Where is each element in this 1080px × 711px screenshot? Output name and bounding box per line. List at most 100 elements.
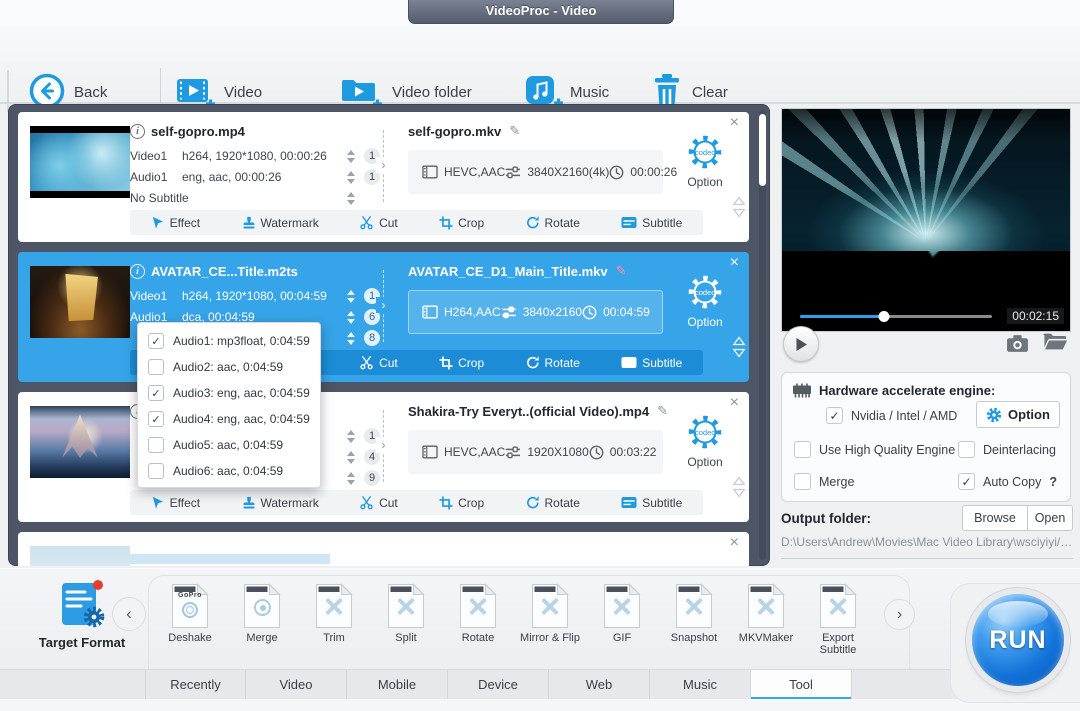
rotate-button[interactable]: Rotate (526, 496, 580, 510)
track-stepper[interactable] (345, 311, 356, 324)
track-stepper[interactable] (345, 192, 356, 205)
tool-mkvmaker[interactable]: MKVMaker (733, 583, 799, 644)
high-quality-engine-option[interactable]: Use High Quality Engine (794, 441, 955, 458)
track-stepper[interactable] (345, 171, 356, 184)
close-icon[interactable]: × (730, 534, 739, 552)
effect-button[interactable]: Effect (151, 496, 200, 510)
cut-button[interactable]: Cut (360, 356, 398, 370)
subtitle-button[interactable]: Subtitle (621, 496, 682, 510)
close-icon[interactable]: × (730, 254, 739, 272)
tool-rotate[interactable]: Rotate (445, 583, 511, 644)
tab-web[interactable]: Web (549, 670, 650, 700)
checkbox[interactable] (148, 385, 164, 401)
add-music-label[interactable]: Music (570, 84, 609, 101)
checkbox[interactable] (148, 463, 164, 479)
close-icon[interactable]: × (730, 394, 739, 412)
list-scrollbar-thumb[interactable] (759, 114, 766, 186)
checkbox[interactable] (794, 473, 811, 490)
tool-trim[interactable]: Trim (301, 583, 367, 644)
effect-button[interactable]: Effect (151, 216, 200, 230)
close-icon[interactable]: × (730, 114, 739, 132)
audio-track-option-6[interactable]: Audio6: aac, 0:04:59 (138, 458, 320, 484)
watermark-button[interactable]: Watermark (242, 496, 319, 510)
add-video-folder-label[interactable]: Video folder (392, 84, 472, 101)
tab-device[interactable]: Device (448, 670, 549, 700)
info-icon[interactable]: i (130, 264, 145, 279)
checkbox[interactable] (958, 441, 975, 458)
tab-music[interactable]: Music (650, 670, 751, 700)
tab-mobile[interactable]: Mobile (347, 670, 448, 700)
file-row-3[interactable]: × i 1 4 9 › Shakira-Try Everyt..(officia… (18, 392, 749, 522)
seek-knob[interactable] (879, 311, 890, 322)
tool-gif[interactable]: GIF (589, 583, 655, 644)
rename-icon[interactable]: ✎ (616, 263, 627, 279)
rotate-button[interactable]: Rotate (526, 356, 580, 370)
file-row-1[interactable]: × iself-gopro.mp4 Video1h264, 1920*1080,… (18, 112, 749, 242)
track-stepper[interactable] (345, 472, 356, 485)
audio-track-option-1[interactable]: Audio1: mp3float, 0:04:59 (138, 328, 320, 354)
checkbox[interactable] (148, 411, 164, 427)
subtitle-button[interactable]: Subtitle (621, 356, 682, 370)
reorder-arrows[interactable] (732, 196, 746, 218)
crop-button[interactable]: Crop (439, 216, 484, 230)
audio-track-option-2[interactable]: Audio2: aac, 0:04:59 (138, 354, 320, 380)
checkbox[interactable] (794, 441, 811, 458)
merge-option[interactable]: Merge (794, 473, 854, 490)
tool-split[interactable]: Split (373, 583, 439, 644)
scroll-tools-right-button[interactable]: › (884, 599, 915, 630)
file-row-4-partial[interactable]: × (18, 532, 749, 566)
rotate-button[interactable]: Rotate (526, 216, 580, 230)
subtitle-button[interactable]: Subtitle (621, 216, 682, 230)
audio-track-option-4[interactable]: Audio4: eng, aac, 0:04:59 (138, 406, 320, 432)
checkbox[interactable] (148, 437, 164, 453)
tool-deshake[interactable]: GoPro Deshake (157, 583, 223, 644)
cut-button[interactable]: Cut (360, 496, 398, 510)
open-folder-icon[interactable] (1042, 332, 1068, 351)
run-button[interactable]: RUN (972, 594, 1064, 686)
crop-button[interactable]: Crop (439, 496, 484, 510)
tool-merge[interactable]: Merge (229, 583, 295, 644)
video-preview[interactable]: 00:02:15 (781, 108, 1071, 332)
play-button[interactable] (783, 326, 819, 362)
gpu-accel-option[interactable]: Nvidia / Intel / AMD (826, 407, 957, 424)
track-stepper[interactable] (345, 451, 356, 464)
tool-mirror-flip[interactable]: Mirror & Flip (517, 583, 583, 644)
tab-recently[interactable]: Recently (145, 670, 246, 700)
audio-track-option-3[interactable]: Audio3: eng, aac, 0:04:59 (138, 380, 320, 406)
snapshot-camera-icon[interactable] (1006, 334, 1029, 353)
cut-button[interactable]: Cut (360, 216, 398, 230)
tab-tool[interactable]: Tool (751, 670, 852, 700)
open-button[interactable]: Open (1027, 505, 1073, 531)
deinterlacing-option[interactable]: Deinterlacing (958, 441, 1056, 458)
checkbox[interactable] (148, 333, 164, 349)
checkbox[interactable] (958, 473, 975, 490)
engine-option-button[interactable]: Option (976, 401, 1060, 428)
tool-snapshot[interactable]: Snapshot (661, 583, 727, 644)
rename-icon[interactable]: ✎ (509, 123, 520, 139)
output-folder-path[interactable]: D:\Users\Andrew\Movies\Mac Video Library… (781, 535, 1073, 549)
codec-option-button[interactable]: Option (669, 132, 741, 189)
tab-video[interactable]: Video (246, 670, 347, 700)
rename-icon[interactable]: ✎ (657, 403, 668, 419)
audio-track-option-5[interactable]: Audio5: aac, 0:04:59 (138, 432, 320, 458)
track-stepper[interactable] (345, 430, 356, 443)
checkbox[interactable] (826, 407, 843, 424)
add-video-label[interactable]: Video (224, 84, 262, 101)
scroll-tools-left-button[interactable]: ‹ (112, 597, 146, 631)
crop-button[interactable]: Crop (439, 356, 484, 370)
tool-export-subtitle[interactable]: Export Subtitle (805, 583, 871, 656)
track-stepper[interactable] (345, 332, 356, 345)
info-icon[interactable]: i (130, 124, 145, 139)
help-icon[interactable]: ? (1049, 475, 1057, 489)
browse-button[interactable]: Browse (962, 505, 1028, 531)
auto-copy-option[interactable]: Auto Copy ? (958, 473, 1057, 490)
back-label[interactable]: Back (74, 84, 107, 101)
track-stepper[interactable] (345, 150, 356, 163)
watermark-button[interactable]: Watermark (242, 216, 319, 230)
file-row-2-selected[interactable]: × iAVATAR_CE...Title.m2ts Video1h264, 19… (18, 252, 749, 382)
reorder-arrows[interactable] (732, 336, 746, 358)
clear-label[interactable]: Clear (692, 84, 728, 101)
checkbox[interactable] (148, 359, 164, 375)
seek-bar[interactable] (800, 315, 992, 318)
reorder-arrows[interactable] (732, 476, 746, 498)
